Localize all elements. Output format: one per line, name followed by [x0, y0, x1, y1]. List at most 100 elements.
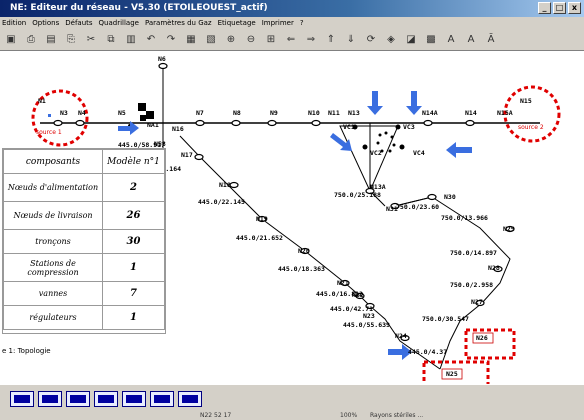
copy-icon[interactable]: ⧉: [104, 33, 118, 47]
minimize-button[interactable]: _: [538, 2, 551, 14]
label-vc4: VC4: [413, 149, 425, 157]
component-tool-icon[interactable]: ▩: [424, 33, 438, 47]
label-n7: N7: [196, 109, 204, 117]
edge-label: 445.0/21.652: [236, 234, 283, 242]
label-n5: N5: [118, 109, 126, 117]
label-vc3: VC3: [403, 123, 415, 131]
refresh-icon[interactable]: ⟳: [364, 33, 378, 47]
source-2-label: source 2: [518, 124, 544, 131]
label-n8: N8: [233, 109, 241, 117]
edge-label: 445.0/4.37: [408, 348, 448, 356]
label-n28: N28: [488, 264, 500, 272]
zoom-out-icon[interactable]: ⊖: [244, 33, 258, 47]
font-large-icon[interactable]: A: [444, 33, 458, 47]
grid-icon[interactable]: ▦: [184, 33, 198, 47]
node-marker-n9: [267, 119, 277, 127]
paste-icon[interactable]: ▥: [124, 33, 138, 47]
menu-defauts[interactable]: Défauts: [65, 17, 92, 29]
print-icon[interactable]: ⎙: [24, 33, 38, 47]
redo-icon[interactable]: ↷: [164, 33, 178, 47]
menu-quadrillage[interactable]: Quadrillage: [99, 17, 139, 29]
row-label: Nœuds de livraison: [3, 201, 103, 230]
label-na1: NA1: [147, 121, 159, 129]
tool-button-1[interactable]: [10, 390, 34, 407]
network-canvas[interactable]: N6 N1 N3 N4 N5 N7 N8 N9 N10 N11 N13 N14A…: [0, 51, 584, 384]
header-composants: composants: [3, 149, 103, 174]
font-small-icon[interactable]: A: [464, 33, 478, 47]
cut-icon[interactable]: ✂: [84, 33, 98, 47]
row-value: 30: [102, 229, 165, 254]
label-n30: N30: [444, 193, 456, 201]
printer-icon[interactable]: ⎘: [64, 33, 78, 47]
label-n27: N27: [471, 298, 483, 306]
compressor-triangle: [339, 125, 399, 193]
label-n25: N25: [446, 370, 458, 378]
arrow-left-icon[interactable]: ⇐: [284, 33, 298, 47]
node-marker-n14a: [423, 119, 433, 127]
valve-vc4: [399, 144, 405, 150]
menu-parametres-gaz[interactable]: Paramètres du Gaz: [145, 17, 212, 29]
components-table-panel: composants Modèle n°1 Nœuds d'alimentati…: [2, 148, 166, 334]
font-box-icon[interactable]: Ā: [484, 33, 498, 47]
label-n1: N1: [38, 97, 46, 105]
label-n24: N24: [395, 332, 407, 340]
tool-button-4[interactable]: [94, 390, 118, 407]
node-tool-icon[interactable]: ◈: [384, 33, 398, 47]
label-n4: N4: [78, 109, 86, 117]
label-n6: N6: [158, 55, 166, 63]
menu-etiquetage[interactable]: Etiquetage: [218, 17, 256, 29]
label-n20: N20: [298, 247, 310, 255]
edge-tool-icon[interactable]: ◪: [404, 33, 418, 47]
valve-vc3: [395, 124, 401, 130]
valve-markers: [128, 124, 405, 150]
label-n26: N26: [476, 334, 488, 342]
save-icon[interactable]: ▤: [44, 33, 58, 47]
menu-options[interactable]: Options: [32, 17, 59, 29]
window-title: NE: Editeur du réseau - V5.30 (ETOILEOUE…: [10, 3, 268, 13]
arrow-down-icon-2: [406, 91, 422, 115]
node-marker-n14: [465, 119, 475, 127]
edge-label: 750.0/13.966: [441, 214, 488, 222]
tool-button-7[interactable]: [178, 390, 202, 407]
layers-icon[interactable]: ▧: [204, 33, 218, 47]
menu-help[interactable]: ?: [300, 17, 304, 29]
edge-label: 750.0/25.188: [334, 191, 381, 199]
components-table: composants Modèle n°1 Nœuds d'alimentati…: [3, 149, 165, 330]
zoom-fit-icon[interactable]: ⊞: [264, 33, 278, 47]
tool-button-6[interactable]: [150, 390, 174, 407]
source-1-label: source 1: [36, 129, 62, 136]
undo-icon[interactable]: ↶: [144, 33, 158, 47]
status-zoom: 100%: [340, 412, 358, 419]
header-modele: Modèle n°1: [102, 149, 165, 174]
valve-vc2: [362, 144, 368, 150]
arrow-left-icon-vc4: [446, 142, 472, 158]
zoom-in-icon[interactable]: ⊕: [224, 33, 238, 47]
edge-label: 445.0/18.363: [278, 265, 325, 273]
label-n10: N10: [308, 109, 320, 117]
topology-tab-label[interactable]: e 1: Topologie: [2, 347, 51, 355]
tool-button-2[interactable]: [38, 390, 62, 407]
menu-bar: Edition Options Défauts Quadrillage Para…: [0, 17, 584, 29]
arrow-right-icon[interactable]: ⇒: [304, 33, 318, 47]
edge-label: 445.0/16.812: [316, 290, 363, 298]
label-n11: N11: [328, 109, 340, 117]
tool-button-3[interactable]: [66, 390, 90, 407]
menu-imprimer[interactable]: Imprimer: [262, 17, 294, 29]
status-bar: N22 52 17 100% Rayons stériles ...: [0, 412, 584, 420]
regulator-block-2: [146, 111, 154, 119]
maximize-button[interactable]: □: [553, 2, 566, 14]
label-n23: N23: [363, 312, 375, 320]
tool-button-5[interactable]: [122, 390, 146, 407]
label-n19: N19: [256, 215, 268, 223]
edge-label: 445.0/22.145: [198, 198, 245, 206]
arrow-down-icon[interactable]: ⇓: [344, 33, 358, 47]
row-value: 2: [102, 173, 165, 202]
open-icon[interactable]: ▣: [4, 33, 18, 47]
menu-edition[interactable]: Edition: [2, 17, 26, 29]
arrow-up-icon[interactable]: ⇑: [324, 33, 338, 47]
close-button[interactable]: x: [568, 2, 581, 14]
row-value: 26: [102, 201, 165, 230]
source-2-highlight: [503, 85, 561, 143]
node-marker-n18: [229, 181, 239, 189]
label-vc2: VC2: [370, 149, 382, 157]
